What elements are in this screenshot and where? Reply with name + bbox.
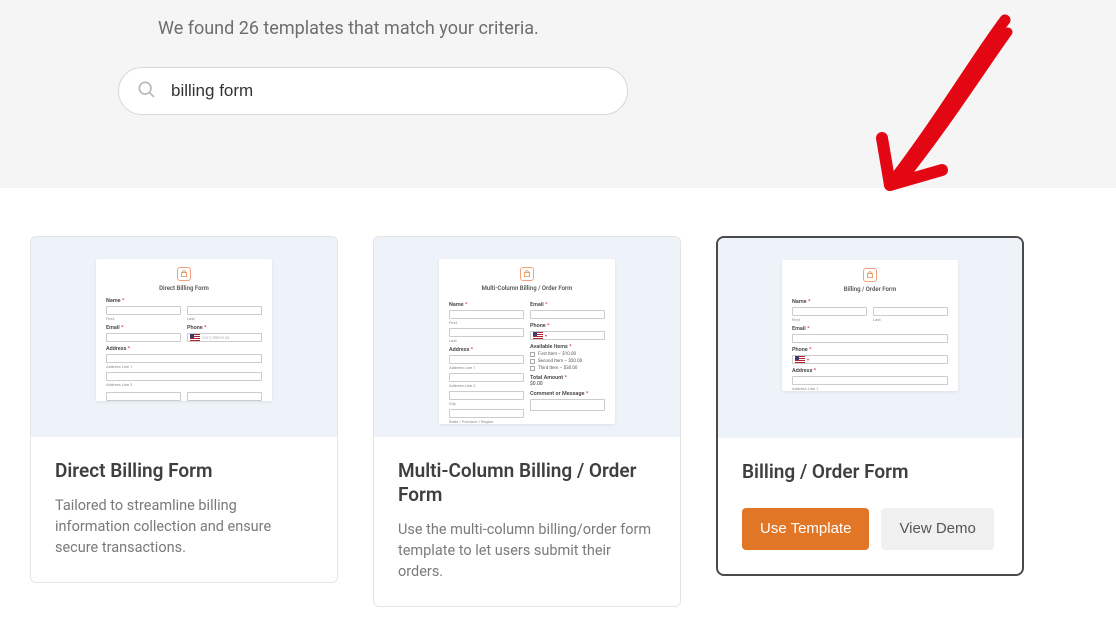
template-card-direct-billing[interactable]: Direct Billing Form Name First Last Emai… [30, 236, 338, 583]
template-preview: Billing / Order Form Name First Last Ema… [718, 238, 1022, 438]
form-logo-icon [520, 267, 534, 281]
flag-icon [795, 356, 805, 363]
search-icon [136, 79, 156, 103]
preview-label: Comment or Message [530, 391, 605, 397]
preview-hint: Address Line 2 [106, 382, 262, 387]
preview-hint: Last [873, 317, 948, 322]
use-template-button[interactable]: Use Template [742, 508, 869, 550]
template-title: Multi-Column Billing / Order Form [398, 459, 656, 507]
preview-label: Phone [187, 325, 262, 331]
preview-form-title: Direct Billing Form [106, 285, 262, 292]
preview-label: Phone [530, 323, 605, 329]
preview-label: Available Items [530, 344, 605, 350]
preview-hint: First [449, 320, 524, 325]
preview-hint: City [449, 401, 524, 406]
template-card-multi-column[interactable]: Multi-Column Billing / Order Form Name F… [373, 236, 681, 607]
form-logo-icon [177, 267, 191, 281]
preview-form-title: Multi-Column Billing / Order Form [449, 285, 605, 292]
preview-check-label: Second Item – $20.00 [538, 359, 582, 364]
template-preview: Multi-Column Billing / Order Form Name F… [374, 237, 680, 437]
preview-hint: First [792, 317, 867, 322]
preview-placeholder: (201) 555-0123 [202, 335, 229, 340]
preview-hint: Last [449, 338, 524, 343]
preview-label: Name [449, 302, 524, 308]
preview-label: Address [449, 347, 524, 353]
preview-hint: Address Line 1 [792, 386, 948, 391]
preview-check-label: First Item – $10.00 [538, 352, 576, 357]
preview-total: $0.00 [530, 381, 605, 387]
preview-check-label: Third Item – $30.00 [538, 366, 577, 371]
flag-icon [190, 334, 200, 341]
preview-label: Address [792, 368, 948, 374]
template-preview: Direct Billing Form Name First Last Emai… [31, 237, 337, 437]
template-description: Tailored to streamline billing informati… [55, 495, 313, 558]
preview-form-title: Billing / Order Form [792, 286, 948, 293]
preview-label: Email [530, 302, 605, 308]
preview-hint: Address Line 1 [449, 365, 524, 370]
preview-hint: State / Province / Region [449, 419, 524, 424]
template-card-billing-order[interactable]: Billing / Order Form Name First Last Ema… [716, 236, 1024, 576]
view-demo-button[interactable]: View Demo [881, 508, 993, 550]
preview-label: Email [106, 325, 181, 331]
search-wrap [118, 67, 628, 115]
preview-label: Email [792, 326, 948, 332]
results-count-text: We found 26 templates that match your cr… [158, 18, 1116, 39]
template-title: Billing / Order Form [742, 460, 998, 484]
preview-hint: Address Line 1 [106, 364, 262, 369]
template-title: Direct Billing Form [55, 459, 313, 483]
preview-hint: Address Line 2 [449, 383, 524, 388]
flag-icon [533, 332, 543, 339]
preview-label: Phone [792, 347, 948, 353]
search-input[interactable] [118, 67, 628, 115]
preview-label: Address [106, 346, 262, 352]
form-logo-icon [863, 268, 877, 282]
template-description: Use the multi-column billing/order form … [398, 519, 656, 582]
